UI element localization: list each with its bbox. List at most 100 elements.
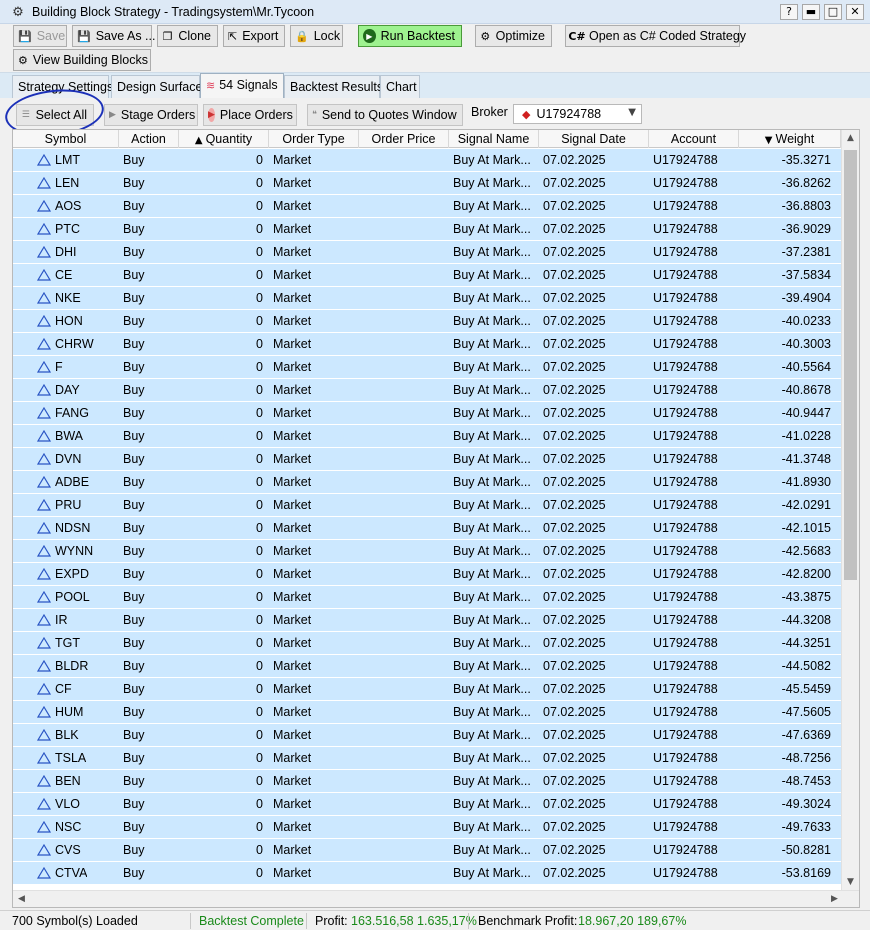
broker-select[interactable]: ◆ U17924788 ▼ xyxy=(513,104,642,124)
status-divider xyxy=(190,913,191,929)
scroll-left-icon[interactable]: ◀ xyxy=(13,891,30,907)
row-signal-name: Buy At Mark... xyxy=(453,682,531,696)
row-order-type: Market xyxy=(273,268,312,282)
table-row[interactable]: DAY Buy 0 Market Buy At Mark... 07.02.2025 U17… xyxy=(13,379,841,402)
select-all-button[interactable]: ☰ Select All xyxy=(16,104,94,126)
table-row[interactable]: HON Buy 0 Market Buy At Mark... 07.02.2025 U17… xyxy=(13,310,841,333)
row-order-type: Market xyxy=(273,452,312,466)
table-row[interactable]: NKE Buy 0 Market Buy At Mark... 07.02.2025 U17… xyxy=(13,287,841,310)
row-order-type: Market xyxy=(273,383,312,397)
row-order-type: Market xyxy=(273,843,312,857)
run-backtest-button[interactable]: ▶ Run Backtest xyxy=(358,25,462,47)
row-weight: -42.1015 xyxy=(781,521,831,535)
col-order-type[interactable]: Order Type xyxy=(269,130,359,148)
row-order-type: Market xyxy=(273,636,312,650)
tab-backtest-results[interactable]: Backtest Results xyxy=(284,75,383,99)
col-weight[interactable]: ▼ Weight xyxy=(739,130,841,148)
scroll-up-icon[interactable]: ▲ xyxy=(842,130,859,147)
scroll-right-icon[interactable]: ▶ xyxy=(826,891,843,907)
table-row[interactable]: BLDR Buy 0 Market Buy At Mark... 07.02.2025 U1… xyxy=(13,655,841,678)
table-row[interactable]: BEN Buy 0 Market Buy At Mark... 07.02.2025 U17… xyxy=(13,770,841,793)
table-row[interactable]: BLK Buy 0 Market Buy At Mark... 07.02.2025 U17… xyxy=(13,724,841,747)
table-row[interactable]: VLO Buy 0 Market Buy At Mark... 07.02.2025 U17… xyxy=(13,793,841,816)
table-row[interactable]: POOL Buy 0 Market Buy At Mark... 07.02.2025 U1… xyxy=(13,586,841,609)
place-orders-button[interactable]: ▶ Place Orders xyxy=(203,104,297,126)
table-row[interactable]: DHI Buy 0 Market Buy At Mark... 07.02.2025 U17… xyxy=(13,241,841,264)
table-row[interactable]: TSLA Buy 0 Market Buy At Mark... 07.02.2025 U1… xyxy=(13,747,841,770)
col-symbol[interactable]: Symbol xyxy=(13,130,119,148)
table-row[interactable]: CHRW Buy 0 Market Buy At Mark... 07.02.2025 U1… xyxy=(13,333,841,356)
table-row[interactable]: CTVA Buy 0 Market Buy At Mark... 07.02.2025 U1… xyxy=(13,862,841,885)
close-button[interactable]: ✕ xyxy=(846,4,864,20)
buy-triangle-icon xyxy=(37,729,51,741)
col-action[interactable]: Action xyxy=(119,130,179,148)
row-signal-name: Buy At Mark... xyxy=(453,475,531,489)
table-row[interactable]: HUM Buy 0 Market Buy At Mark... 07.02.2025 U17… xyxy=(13,701,841,724)
table-row[interactable]: BWA Buy 0 Market Buy At Mark... 07.02.2025 U17… xyxy=(13,425,841,448)
row-symbol: NDSN xyxy=(55,521,91,535)
tab-design-surface[interactable]: Design Surface xyxy=(111,75,202,99)
table-row[interactable]: DVN Buy 0 Market Buy At Mark... 07.02.2025 U17… xyxy=(13,448,841,471)
lock-button[interactable]: 🔒 Lock xyxy=(290,25,343,47)
row-quantity: 0 xyxy=(256,498,263,512)
table-row[interactable]: CF Buy 0 Market Buy At Mark... 07.02.2025 U179… xyxy=(13,678,841,701)
buy-triangle-icon xyxy=(37,706,51,718)
table-row[interactable]: ADBE Buy 0 Market Buy At Mark... 07.02.2025 U1… xyxy=(13,471,841,494)
table-row[interactable]: LMT Buy 0 Market Buy At Mark... 07.02.2025 U17… xyxy=(13,149,841,172)
row-signal-name: Buy At Mark... xyxy=(453,705,531,719)
open-csharp-button[interactable]: C# Open as C# Coded Strategy xyxy=(565,25,746,47)
col-account[interactable]: Account xyxy=(649,130,739,148)
clone-button[interactable]: ❐ Clone xyxy=(157,25,218,47)
table-row[interactable]: TGT Buy 0 Market Buy At Mark... 07.02.2025 U17… xyxy=(13,632,841,655)
horizontal-scrollbar[interactable]: ◀ ▶ xyxy=(13,890,859,907)
row-symbol: BLK xyxy=(55,728,79,742)
row-weight: -47.6369 xyxy=(781,728,831,742)
send-to-quotes-button[interactable]: ❝ Send to Quotes Window xyxy=(307,104,463,126)
view-building-blocks-button[interactable]: ⚙ View Building Blocks xyxy=(13,49,151,71)
row-action: Buy xyxy=(123,199,145,213)
save-as-button[interactable]: 💾 Save As ... xyxy=(72,25,155,47)
stage-orders-button[interactable]: ▶ Stage Orders xyxy=(104,104,198,126)
row-order-type: Market xyxy=(273,314,312,328)
minimize-button[interactable]: ▬ xyxy=(802,4,820,20)
scroll-thumb[interactable] xyxy=(844,150,857,580)
row-symbol: TSLA xyxy=(55,751,87,765)
row-signal-date: 07.02.2025 xyxy=(543,498,606,512)
export-button[interactable]: ⇱ Export xyxy=(223,25,285,47)
table-row[interactable]: EXPD Buy 0 Market Buy At Mark... 07.02.2025 U1… xyxy=(13,563,841,586)
tab-strategy-settings[interactable]: Strategy Settings xyxy=(12,75,113,99)
col-order-price[interactable]: Order Price xyxy=(359,130,449,148)
table-row[interactable]: PTC Buy 0 Market Buy At Mark... 07.02.2025 U17… xyxy=(13,218,841,241)
row-order-type: Market xyxy=(273,590,312,604)
table-row[interactable]: LEN Buy 0 Market Buy At Mark... 07.02.2025 U17… xyxy=(13,172,841,195)
tab-signals[interactable]: ≋ 54 Signals xyxy=(200,73,284,100)
window-title: Building Block Strategy - Tradingsystem\… xyxy=(32,4,315,19)
table-row[interactable]: IR Buy 0 Market Buy At Mark... 07.02.2025 U179… xyxy=(13,609,841,632)
maximize-button[interactable]: □ xyxy=(824,4,842,20)
help-button[interactable]: ? xyxy=(780,4,798,20)
table-row[interactable]: F Buy 0 Market Buy At Mark... 07.02.2025 U1792… xyxy=(13,356,841,379)
col-signal-date[interactable]: Signal Date xyxy=(539,130,649,148)
buy-triangle-icon xyxy=(37,246,51,258)
scroll-down-icon[interactable]: ▼ xyxy=(842,874,859,891)
buy-triangle-icon xyxy=(37,384,51,396)
row-symbol: NKE xyxy=(55,291,81,305)
table-row[interactable]: PRU Buy 0 Market Buy At Mark... 07.02.2025 U17… xyxy=(13,494,841,517)
row-symbol: CF xyxy=(55,682,72,696)
col-signal-name[interactable]: Signal Name xyxy=(449,130,539,148)
optimize-button[interactable]: ⚙ Optimize xyxy=(475,25,552,47)
table-row[interactable]: CVS Buy 0 Market Buy At Mark... 07.02.2025 U17… xyxy=(13,839,841,862)
row-account: U17924788 xyxy=(653,245,718,259)
table-row[interactable]: NDSN Buy 0 Market Buy At Mark... 07.02.2025 U1… xyxy=(13,517,841,540)
table-row[interactable]: WYNN Buy 0 Market Buy At Mark... 07.02.2025 U1… xyxy=(13,540,841,563)
col-quantity[interactable]: ▲ Quantity xyxy=(179,130,269,148)
table-row[interactable]: AOS Buy 0 Market Buy At Mark... 07.02.2025 U17… xyxy=(13,195,841,218)
table-row[interactable]: CE Buy 0 Market Buy At Mark... 07.02.2025 U179… xyxy=(13,264,841,287)
row-order-type: Market xyxy=(273,521,312,535)
table-row[interactable]: NSC Buy 0 Market Buy At Mark... 07.02.2025 U17… xyxy=(13,816,841,839)
vertical-scrollbar[interactable]: ▲ ▼ xyxy=(841,130,859,891)
row-signal-name: Buy At Mark... xyxy=(453,751,531,765)
save-button[interactable]: 💾 Save xyxy=(13,25,67,47)
table-row[interactable]: FANG Buy 0 Market Buy At Mark... 07.02.2025 U1… xyxy=(13,402,841,425)
tab-chart[interactable]: Chart xyxy=(380,75,420,99)
